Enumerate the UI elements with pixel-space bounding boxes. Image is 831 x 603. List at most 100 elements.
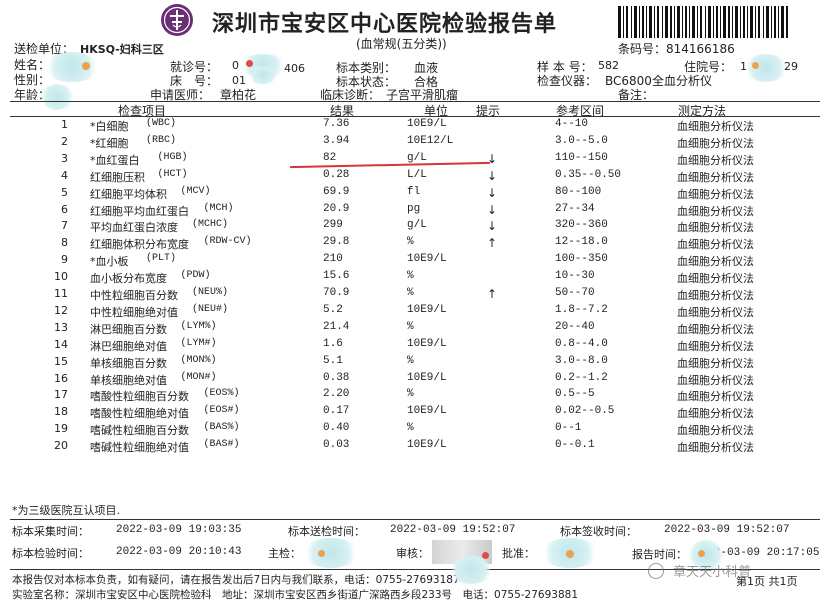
footnote: *为三级医院互认项目. bbox=[12, 504, 120, 517]
row-number: 7 bbox=[61, 219, 68, 233]
item-name: 红细胞平均血红蛋白 bbox=[90, 204, 189, 218]
report-title: 深圳市宝安区中心医院检验报告单 bbox=[212, 11, 558, 37]
method-text: 血细胞分析仪法 bbox=[677, 424, 754, 438]
unit-value: % bbox=[407, 236, 414, 249]
unit-value: L/L bbox=[407, 168, 427, 181]
chief-label: 主检： bbox=[268, 547, 301, 560]
lab-address: 实验室名称：深圳市宝安区中心医院检验科 地址：深圳市宝安区西乡街道广深路西乡段2… bbox=[12, 589, 578, 601]
result-value: 0.28 bbox=[323, 168, 350, 181]
disclaimer-text: 本报告仅对本标本负责，如有疑问，请在报告发出后7日内与我们联系，电话：0755-… bbox=[12, 574, 460, 586]
result-value: 7.36 bbox=[323, 118, 350, 130]
reference-range: 0.2--1.2 bbox=[555, 371, 608, 384]
method-text: 血细胞分析仪法 bbox=[677, 356, 754, 370]
sticker-dot bbox=[246, 60, 253, 67]
approve-label: 批准： bbox=[502, 547, 535, 560]
result-value: 3.94 bbox=[323, 134, 350, 147]
watermark: 章天天小科普 bbox=[648, 560, 751, 580]
sticker-dot bbox=[752, 62, 759, 69]
item-abbr: (NEU#) bbox=[192, 303, 229, 315]
unit-value: 10E9/L bbox=[407, 303, 447, 316]
table-row: 6 红细胞平均血红蛋白 (MCH) 20.9 pg ↓ 27--34 血细胞分析仪法 bbox=[0, 203, 831, 220]
unit-value: fl bbox=[407, 185, 421, 198]
item-abbr: (HGB) bbox=[157, 151, 188, 163]
reference-range: 0.35--0.50 bbox=[555, 168, 622, 181]
result-value: 69.9 bbox=[323, 185, 350, 198]
method-text: 血细胞分析仪法 bbox=[677, 339, 754, 353]
result-value: 0.03 bbox=[323, 439, 350, 452]
flag-arrow: ↓ bbox=[487, 202, 498, 217]
unit-value: % bbox=[407, 287, 414, 299]
row-number: 17 bbox=[54, 388, 68, 402]
reference-range: 1.8--7.2 bbox=[555, 303, 608, 316]
item-abbr: (PDW) bbox=[180, 270, 211, 282]
result-value: 0.17 bbox=[323, 405, 350, 418]
row-number: 15 bbox=[54, 354, 68, 368]
unit-value: 10E9/L bbox=[407, 405, 447, 418]
item-abbr: (BAS#) bbox=[203, 439, 240, 451]
item-abbr: (PLT) bbox=[146, 253, 177, 265]
table-row: 18 嗜酸性粒细胞绝对值 (EOS#) 0.17 10E9/L 0.02--0.5 血细胞分… bbox=[0, 405, 831, 422]
result-value: 5.1 bbox=[323, 354, 343, 367]
item-abbr: (MON#) bbox=[180, 371, 217, 383]
method-text: 血细胞分析仪法 bbox=[677, 390, 754, 404]
result-value: 29.8 bbox=[323, 236, 350, 249]
result-value: 21.4 bbox=[323, 320, 350, 333]
barcode-number: 条码号：814166186 bbox=[618, 42, 735, 56]
instrument-label: 检查仪器： bbox=[537, 74, 598, 88]
reference-range: 0--0.1 bbox=[555, 439, 595, 452]
item-name: 嗜酸性粒细胞绝对值 bbox=[90, 407, 189, 421]
sticker-dot bbox=[82, 62, 90, 70]
result-value: 0.38 bbox=[323, 371, 350, 384]
item-name: 红细胞压积 bbox=[90, 170, 145, 184]
receive-time-value: 2022-03-09 19:52:07 bbox=[664, 524, 790, 536]
item-name: 平均血红蛋白浓度 bbox=[90, 221, 178, 235]
footer-top-rule bbox=[10, 519, 820, 520]
item-abbr: (RDW-CV) bbox=[203, 236, 252, 248]
reference-range: 110--150 bbox=[555, 151, 608, 164]
report-subtitle: (血常规(五分类)) bbox=[356, 37, 447, 51]
item-name: 嗜碱性粒细胞绝对值 bbox=[90, 441, 189, 455]
method-text: 血细胞分析仪法 bbox=[677, 305, 754, 319]
row-number: 16 bbox=[54, 371, 68, 385]
method-text: 血细胞分析仪法 bbox=[677, 441, 754, 455]
review-label: 审核： bbox=[396, 547, 429, 560]
method-text: 血细胞分析仪法 bbox=[677, 120, 754, 133]
result-value: 1.6 bbox=[323, 337, 343, 350]
result-value: 210 bbox=[323, 253, 343, 266]
test-time-value: 2022-03-09 20:10:43 bbox=[116, 546, 242, 558]
result-value: 82 bbox=[323, 151, 337, 164]
item-abbr: (NEU%) bbox=[192, 287, 229, 298]
reference-range: 100--350 bbox=[555, 253, 608, 266]
result-value: 0.40 bbox=[323, 422, 350, 435]
row-number: 11 bbox=[54, 287, 68, 300]
privacy-blur bbox=[448, 556, 494, 584]
item-name: 红细胞平均体积 bbox=[90, 187, 167, 201]
method-text: 血细胞分析仪法 bbox=[677, 153, 754, 167]
item-abbr: (HCT) bbox=[157, 168, 188, 180]
reference-range: 10--30 bbox=[555, 270, 595, 283]
row-number: 6 bbox=[61, 202, 68, 216]
item-abbr: (EOS%) bbox=[203, 388, 240, 400]
unit-value: 10E9/L bbox=[407, 337, 447, 350]
item-abbr: (MON%) bbox=[180, 354, 217, 366]
send-time-label: 标本送检时间： bbox=[288, 525, 365, 538]
result-value: 15.6 bbox=[323, 270, 350, 283]
item-name: 嗜碱性粒细胞百分数 bbox=[90, 424, 189, 438]
row-number: 2 bbox=[61, 134, 68, 148]
table-row: 20 嗜碱性粒细胞绝对值 (BAS#) 0.03 10E9/L 0--0.1 血细胞分析仪法 bbox=[0, 439, 831, 456]
unit-value: pg bbox=[407, 202, 421, 215]
unit-value: % bbox=[407, 354, 414, 367]
unit-value: 10E9/L bbox=[407, 439, 447, 452]
table-row: 16 单核细胞绝对值 (MON#) 0.38 10E9/L 0.2--1.2 血细胞分析仪法 bbox=[0, 372, 831, 389]
item-abbr: (BAS%) bbox=[203, 422, 240, 434]
method-text: 血细胞分析仪法 bbox=[677, 221, 754, 235]
method-text: 血细胞分析仪法 bbox=[677, 255, 754, 269]
sticker-dot bbox=[698, 550, 705, 557]
visit-no-value: 0 bbox=[232, 59, 239, 72]
table-row: 2 *红细胞 (RBC) 3.94 10E12/L 3.0--5.0 血细胞分析仪法 bbox=[0, 135, 831, 152]
method-text: 血细胞分析仪法 bbox=[677, 272, 754, 286]
row-number: 3 bbox=[61, 151, 68, 165]
table-row: 9 *血小板 (PLT) 210 10E9/L 100--350 血细胞分析仪法 bbox=[0, 253, 831, 270]
privacy-blur bbox=[248, 66, 278, 84]
result-value: 20.9 bbox=[323, 202, 350, 215]
